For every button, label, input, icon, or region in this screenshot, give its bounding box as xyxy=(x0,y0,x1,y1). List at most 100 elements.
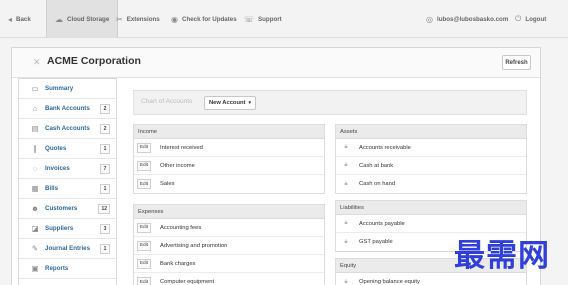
sidebar-item-label: Summary xyxy=(45,85,74,92)
sidebar-item-journal-entries[interactable]: ✎ Journal Entries 1 xyxy=(19,239,116,259)
account-name[interactable]: Opening balance equity xyxy=(359,279,420,285)
support-tab[interactable]: ☏ Support xyxy=(244,0,282,38)
chart-of-accounts-label: Chart of Accounts xyxy=(141,98,193,105)
account-row: 🔒︎ Cash on hand xyxy=(336,175,526,193)
sidebar-item-label: Customers xyxy=(45,205,78,212)
top-nav-bar: ◂ Back ☁ Cloud Storage ✂ Extensions ◉ Ch… xyxy=(0,0,568,38)
logout-label: Logout xyxy=(525,15,547,23)
count-badge: 2 xyxy=(100,124,110,134)
new-account-label: New Account xyxy=(208,100,246,106)
sidebar-item-label: Cash Accounts xyxy=(45,125,90,132)
check-updates-label: Check for Updates xyxy=(181,15,237,23)
account-name[interactable]: Accounts payable xyxy=(359,221,405,227)
sidebar-item-quotes[interactable]: ❙ Quotes 1 xyxy=(19,139,116,159)
cloud-storage-tab[interactable]: ☁ Cloud Storage xyxy=(46,0,119,38)
site-watermark: 最需网 xyxy=(454,238,550,274)
check-updates-tab[interactable]: ◉ Check for Updates xyxy=(171,0,237,38)
phone-icon: ☏ xyxy=(244,14,255,24)
lock-icon: 🔒︎ xyxy=(344,180,348,187)
account-name[interactable]: Cash at bank xyxy=(359,163,393,169)
tools-icon: ✂ xyxy=(116,14,123,24)
back-label: Back xyxy=(16,15,31,23)
account-row: Edit Bank charges xyxy=(134,255,324,273)
new-account-dropdown[interactable]: New Account ▾ xyxy=(204,96,256,110)
account-name[interactable]: Computer equipment xyxy=(160,279,214,285)
quotes-icon: ❙ xyxy=(31,144,39,153)
extensions-tab[interactable]: ✂ Extensions xyxy=(116,0,160,38)
account-row: 🔒︎ Accounts receivable xyxy=(336,139,526,157)
sidebar-item-bank-accounts[interactable]: ⌂ Bank Accounts 2 xyxy=(19,99,116,119)
lock-icon: 🔒︎ xyxy=(344,278,348,285)
sidebar: ▭ Summary ⌂ Bank Accounts 2 ▤ Cash Accou… xyxy=(18,78,117,285)
account-name[interactable]: Other income xyxy=(160,163,195,169)
user-account-link[interactable]: ◎ lubos@lubosbasko.com xyxy=(426,0,508,38)
lock-icon: 🔒︎ xyxy=(344,220,348,226)
sidebar-item-label: Reports xyxy=(45,265,69,272)
sidebar-item-summary[interactable]: ▭ Summary xyxy=(19,79,116,99)
lock-icon: 🔒︎ xyxy=(344,162,348,168)
sidebar-item-invoices[interactable]: ◌ Invoices 7 xyxy=(19,159,116,179)
logout-button[interactable]: ⏻ Logout xyxy=(515,0,546,38)
chevron-left-icon: ◂ xyxy=(8,14,13,24)
sidebar-item-label: Suppliers xyxy=(45,225,74,232)
account-name[interactable]: Interest received xyxy=(160,145,203,151)
group-title: Liabilities xyxy=(336,201,526,215)
page-title: ACME Corporation xyxy=(47,55,141,67)
sidebar-item-label: Journal Entries xyxy=(45,245,91,252)
monitor-icon: ▭ xyxy=(31,84,39,93)
group-title: Assets xyxy=(336,125,526,139)
suppliers-icon: ◪ xyxy=(31,224,39,233)
edit-button[interactable]: Edit xyxy=(137,277,151,285)
account-row: Edit Advertising and promotion xyxy=(134,237,324,255)
assets-group: Assets 🔒︎ Accounts receivable 🔒︎ Cash at… xyxy=(335,124,527,194)
sidebar-item-label: Bank Accounts xyxy=(45,105,90,112)
count-badge: 1 xyxy=(100,244,110,254)
account-name[interactable]: Cash on hand xyxy=(359,181,395,187)
caret-down-icon: ▾ xyxy=(248,100,252,106)
income-group: Income Edit Interest received Edit Other… xyxy=(133,124,325,194)
power-icon: ⏻ xyxy=(515,14,522,23)
panel-header: ✕ ACME Corporation Refresh xyxy=(12,48,540,78)
edit-button[interactable]: Edit xyxy=(137,179,151,189)
count-badge: 12 xyxy=(98,204,110,214)
lock-icon: 🔒︎ xyxy=(344,144,348,150)
user-icon: ◎ xyxy=(426,14,433,24)
edit-button[interactable]: Edit xyxy=(137,142,151,153)
back-button[interactable]: ◂ Back xyxy=(8,0,31,38)
edit-button[interactable]: Edit xyxy=(137,258,151,269)
group-title: Expenses xyxy=(134,205,324,219)
count-badge: 1 xyxy=(100,184,110,194)
account-row: Edit Interest received xyxy=(134,139,324,157)
sidebar-item-reports[interactable]: ▣ Reports xyxy=(19,259,116,279)
user-email: lubos@lubosbasko.com xyxy=(436,15,509,23)
account-name[interactable]: Sales xyxy=(160,181,175,187)
sidebar-item-label: Quotes xyxy=(45,145,67,152)
extensions-label: Extensions xyxy=(126,15,160,23)
sidebar-item-bills[interactable]: ▦ Bills 1 xyxy=(19,179,116,199)
people-icon: ☻ xyxy=(31,204,39,213)
refresh-button[interactable]: Refresh xyxy=(502,55,531,70)
bank-icon: ⌂ xyxy=(32,104,38,113)
account-name[interactable]: Accounts receivable xyxy=(359,145,411,151)
group-title: Income xyxy=(134,125,324,139)
account-name[interactable]: Bank charges xyxy=(160,261,195,267)
printer-icon: ▣ xyxy=(31,264,39,273)
close-icon[interactable]: ✕ xyxy=(33,57,41,68)
edit-button[interactable]: Edit xyxy=(137,222,151,233)
edit-button[interactable]: Edit xyxy=(137,240,151,251)
account-name[interactable]: Advertising and promotion xyxy=(160,243,227,249)
count-badge: 2 xyxy=(100,104,110,114)
account-name[interactable]: Accounting fees xyxy=(160,225,201,231)
sidebar-item-cash-accounts[interactable]: ▤ Cash Accounts 2 xyxy=(19,119,116,139)
account-row: Edit Computer equipment xyxy=(134,273,324,285)
count-badge: 3 xyxy=(100,224,110,234)
invoice-icon: ◌ xyxy=(32,164,38,173)
sidebar-item-suppliers[interactable]: ◪ Suppliers 3 xyxy=(19,219,116,239)
count-badge: 1 xyxy=(100,144,110,154)
sidebar-item-customers[interactable]: ☻ Customers 12 xyxy=(19,199,116,219)
support-label: Support xyxy=(258,15,282,23)
account-name[interactable]: GST payable xyxy=(359,239,393,245)
refresh-circle-icon: ◉ xyxy=(171,14,178,24)
edit-button[interactable]: Edit xyxy=(137,160,151,171)
lock-icon: 🔒︎ xyxy=(344,238,348,245)
